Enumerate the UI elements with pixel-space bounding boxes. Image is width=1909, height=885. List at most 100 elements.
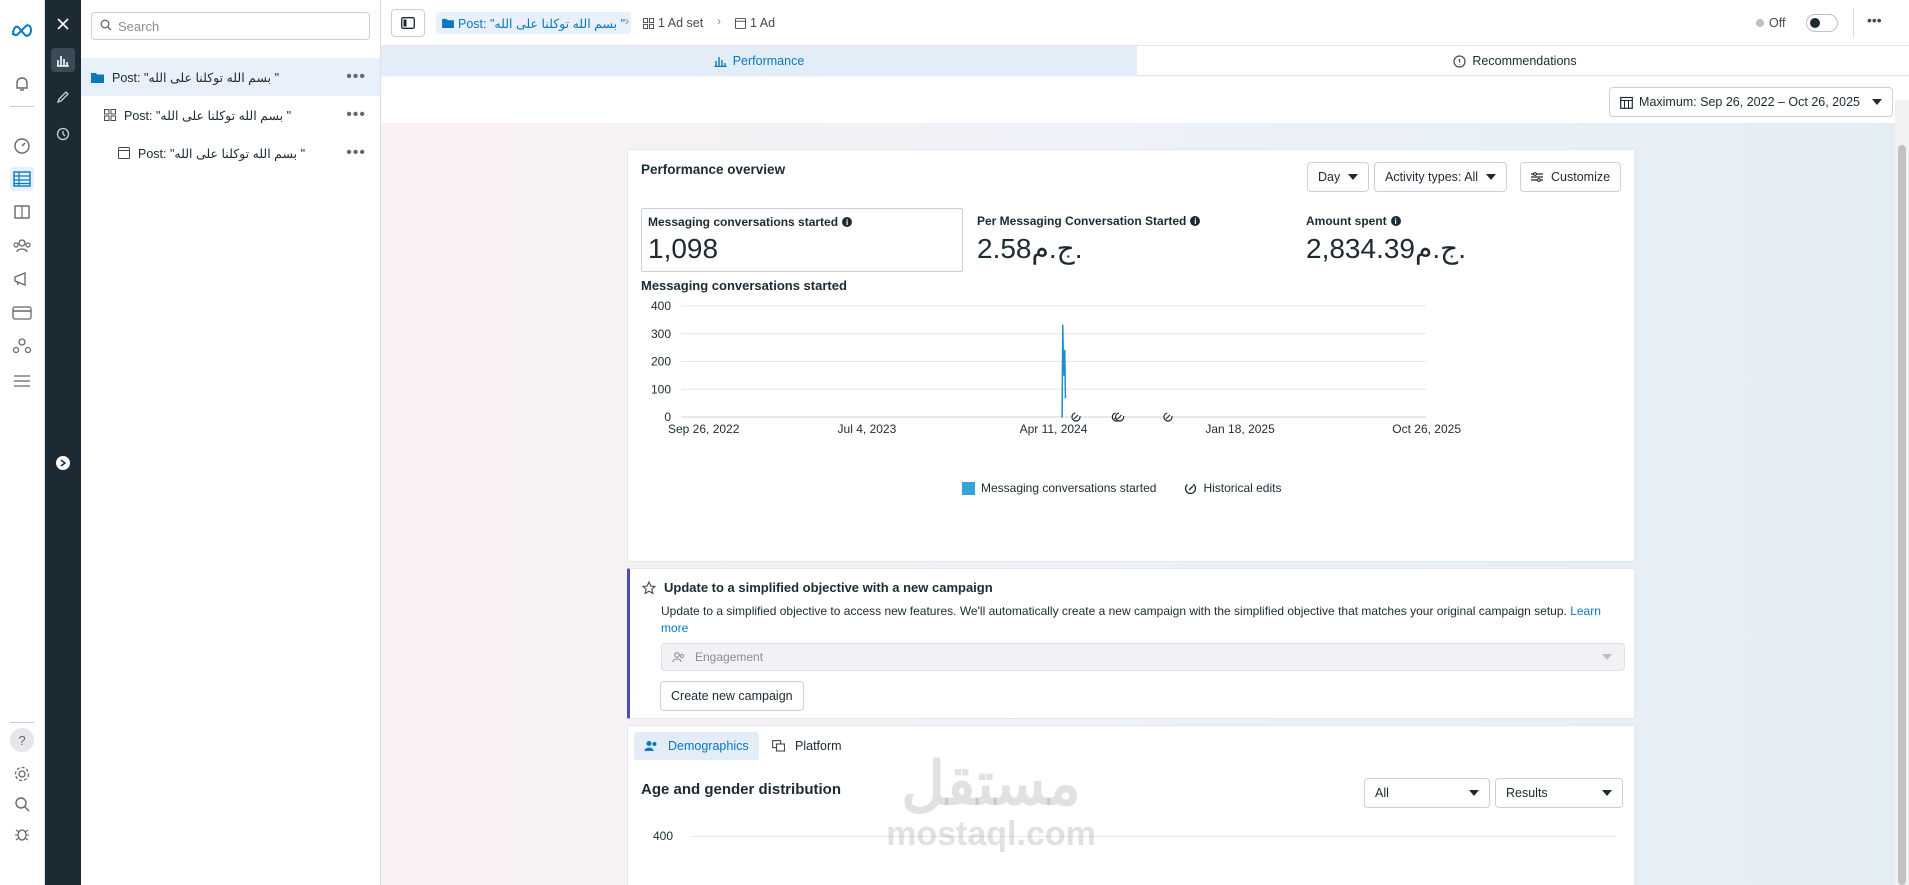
- dashboard-icon[interactable]: [10, 134, 34, 158]
- notifications-icon[interactable]: [10, 72, 34, 96]
- campaign-status: Off: [1756, 16, 1785, 30]
- help-icon[interactable]: ?: [10, 728, 34, 752]
- global-nav-rail: ?: [0, 0, 45, 885]
- customize-button[interactable]: Customize: [1520, 162, 1622, 192]
- chart-legend: Messaging conversations started Historic…: [962, 481, 1281, 495]
- search-icon[interactable]: [10, 792, 34, 816]
- info-icon[interactable]: i: [1190, 216, 1201, 226]
- tab-recommendations[interactable]: Recommendations: [1137, 46, 1893, 76]
- more-options-icon[interactable]: •••: [1867, 12, 1882, 28]
- breakdown-filter-all[interactable]: All: [1364, 778, 1490, 808]
- chevron-right-icon: ›: [717, 14, 721, 28]
- metric-cost-per-conversation[interactable]: Per Messaging Conversation Started i 2.58…: [971, 208, 1293, 272]
- search-icon: [100, 19, 112, 34]
- audiences-icon[interactable]: [10, 234, 34, 258]
- tree-item-ad[interactable]: Post: "بسم الله توكلنا على الله " •••: [81, 134, 380, 172]
- recommendations-icon: [1453, 54, 1466, 68]
- historical-edit-marker: [1163, 412, 1173, 422]
- notice-body-wrap: Update to a simplified objective to acce…: [661, 603, 1621, 637]
- performance-chart-icon[interactable]: [51, 48, 75, 72]
- metric-label: Amount spent: [1306, 214, 1387, 228]
- billing-icon[interactable]: [10, 301, 34, 325]
- chevron-down-icon: [1469, 790, 1479, 796]
- more-options-icon[interactable]: •••: [346, 106, 366, 124]
- conversations-chart: 0100200300400Sep 26, 2022 Jul 4, 2023 Apr …: [651, 299, 1461, 436]
- toggle-sidebar-button[interactable]: [391, 9, 425, 37]
- history-icon[interactable]: [51, 122, 75, 146]
- tree-search[interactable]: [91, 12, 370, 40]
- tab-demographics[interactable]: Demographics: [634, 732, 759, 760]
- status-dot: [1756, 19, 1764, 27]
- tab-platform[interactable]: Platform: [772, 732, 842, 760]
- gridline: [691, 836, 1616, 837]
- ads-icon[interactable]: [10, 267, 34, 291]
- metric-value: 1,098: [648, 233, 719, 264]
- tree-search-input[interactable]: [118, 18, 358, 34]
- tab-platform-label: Platform: [795, 739, 842, 753]
- meta-logo-icon[interactable]: [10, 18, 34, 42]
- expand-icon[interactable]: [51, 451, 75, 475]
- objective-select[interactable]: Engagement: [661, 643, 1625, 671]
- settings-icon[interactable]: [10, 762, 34, 786]
- info-icon[interactable]: i: [842, 217, 853, 227]
- day-dropdown-label: Day: [1318, 170, 1341, 184]
- tree-item-adset[interactable]: Post: "بسم الله توكلنا على الله " •••: [81, 96, 380, 134]
- x-tick-label: Jul 4, 2023: [838, 422, 897, 436]
- filter-all-label: All: [1375, 786, 1389, 800]
- content-area: Maximum: Sep 26, 2022 – Oct 26, 2025 Per…: [381, 77, 1909, 885]
- campaign-toggle[interactable]: [1806, 14, 1838, 32]
- legend-edits-label: Historical edits: [1203, 481, 1282, 495]
- filter-results-label: Results: [1506, 786, 1548, 800]
- toggle-knob: [1810, 18, 1820, 28]
- metric-amount-spent[interactable]: Amount spent i 2,834.39ج.م.: [1300, 208, 1622, 272]
- objective-label: Engagement: [695, 650, 764, 664]
- day-dropdown[interactable]: Day: [1307, 162, 1370, 192]
- close-icon[interactable]: [51, 12, 75, 36]
- notice-title: Update to a simplified objective with a …: [664, 580, 993, 595]
- chevron-right-icon: ›: [625, 14, 629, 28]
- engagement-icon: [672, 651, 685, 664]
- breakdown-filter-results[interactable]: Results: [1495, 778, 1623, 808]
- breadcrumb-campaign[interactable]: Post: "بسم الله توكلنا على الله ": [436, 12, 632, 34]
- notice-header: Update to a simplified objective with a …: [642, 580, 993, 595]
- data-point: [1061, 416, 1063, 418]
- chevron-down-icon: [1486, 174, 1497, 180]
- date-range-picker[interactable]: Maximum: Sep 26, 2022 – Oct 26, 2025: [1609, 87, 1893, 117]
- catalog-icon[interactable]: [10, 200, 34, 224]
- folder-icon: [442, 18, 454, 28]
- bug-icon[interactable]: [10, 822, 34, 846]
- create-new-campaign-button[interactable]: Create new campaign: [660, 681, 804, 711]
- breadcrumb-adset-label: 1 Ad set: [658, 16, 704, 30]
- info-icon[interactable]: i: [1390, 216, 1401, 226]
- business-settings-icon[interactable]: [10, 334, 34, 358]
- tree-item-label: Post: "بسم الله توكلنا على الله ": [138, 146, 306, 161]
- campaigns-table-icon[interactable]: [10, 167, 34, 191]
- edit-icon[interactable]: [51, 85, 75, 109]
- x-tick-label: Apr 11, 2024: [1020, 422, 1088, 436]
- activity-types-dropdown[interactable]: Activity types: All: [1374, 162, 1508, 192]
- platform-icon: [772, 740, 785, 752]
- overview-title: Performance overview: [641, 162, 786, 177]
- data-point: [1064, 396, 1067, 399]
- tab-performance[interactable]: Performance: [381, 46, 1137, 76]
- metric-label: Per Messaging Conversation Started: [977, 214, 1187, 228]
- tree-item-campaign[interactable]: Post: "بسم الله توكلنا على الله " •••: [81, 58, 380, 96]
- more-options-icon[interactable]: •••: [346, 144, 366, 162]
- scrollbar-thumb[interactable]: [1898, 145, 1906, 885]
- all-tools-icon[interactable]: [10, 369, 34, 393]
- star-icon: [642, 580, 656, 595]
- breadcrumb-ad[interactable]: 1 Ad: [735, 12, 775, 34]
- status-label: Off: [1769, 16, 1786, 30]
- more-options-icon[interactable]: •••: [346, 68, 366, 86]
- x-tick-label: Oct 26, 2025: [1392, 422, 1461, 436]
- bar-chart-icon: [714, 55, 727, 67]
- main-area: Post: "بسم الله توكلنا على الله " › 1 Ad…: [381, 0, 1909, 885]
- data-point: [1063, 374, 1065, 377]
- historical-edit-marker: [1115, 412, 1125, 422]
- legend-swatch: [962, 481, 975, 495]
- y-tick-label: 300: [651, 327, 671, 341]
- page-scrollbar[interactable]: [1895, 100, 1909, 885]
- x-tick-label: Jan 18, 2025: [1205, 422, 1275, 436]
- breadcrumb-adset[interactable]: 1 Ad set: [643, 12, 703, 34]
- metric-conversations[interactable]: Messaging conversations started i 1,098: [641, 208, 963, 272]
